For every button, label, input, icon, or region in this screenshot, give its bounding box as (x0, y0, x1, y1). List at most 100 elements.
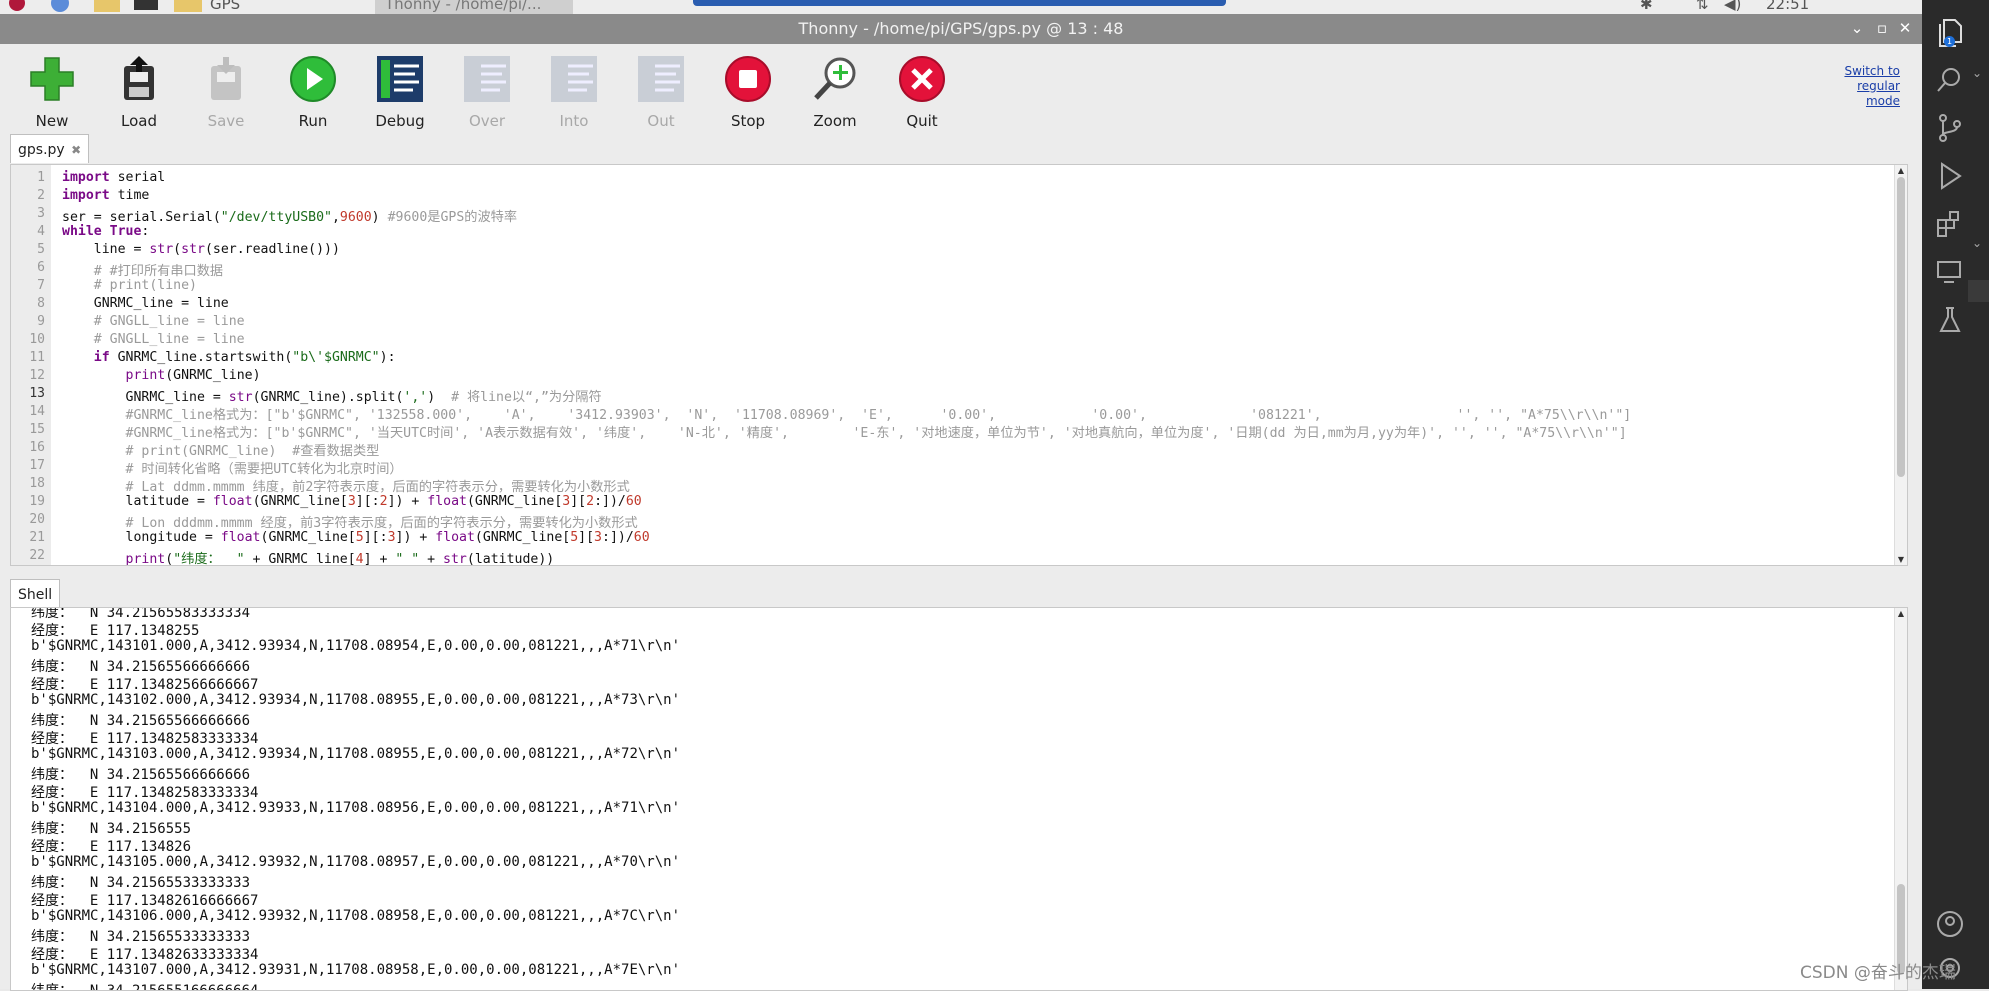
save-label: Save (207, 112, 245, 130)
quit-icon (899, 56, 945, 102)
window-title: Thonny - /home/pi/GPS/gps.py @ 13 : 48 (798, 19, 1124, 38)
close-window-icon[interactable]: ✕ (1896, 19, 1914, 37)
code-line[interactable]: # GNGLL_line = line (62, 332, 245, 347)
code-line[interactable]: while True: (62, 224, 149, 239)
run-button[interactable]: Run (274, 54, 352, 130)
code-line[interactable]: # print(line) (62, 278, 197, 293)
load-button[interactable]: Load (100, 54, 178, 130)
source-control-icon[interactable] (1932, 110, 1968, 146)
stop-label: Stop (730, 112, 766, 130)
step-over-button[interactable]: Over (448, 54, 526, 130)
close-tab-icon[interactable]: ✖ (71, 143, 81, 157)
code-line[interactable]: import serial (62, 170, 165, 185)
code-line[interactable]: import time (62, 188, 149, 203)
scroll-down-icon[interactable]: ▼ (1896, 555, 1906, 564)
code-line[interactable]: line = str(str(ser.readline())) (62, 242, 340, 257)
terminal-icon[interactable] (132, 0, 160, 12)
shell-output-line: 纬度： N 34.21565533333333 (31, 929, 251, 945)
volume-icon[interactable]: ◀) (1724, 0, 1741, 13)
tab-shell[interactable]: Shell (10, 579, 61, 608)
code-line[interactable]: GNRMC_line = line (62, 296, 229, 311)
code-editor[interactable]: 1 2 3 4 5 6 7 8 9 10 11 12 13 14 15 16 17 18 19 20 21 22 impo… (10, 164, 1908, 566)
bluetooth-icon[interactable]: ✱ (1640, 0, 1653, 13)
panel-edge (1968, 280, 1989, 302)
code-line[interactable]: # #打印所有串口数据 (62, 260, 223, 279)
code-line[interactable]: GNRMC_line = str(GNRMC_line).split(',') … (62, 386, 602, 405)
code-line[interactable]: longitude = float(GNRMC_line[5][:3]) + f… (62, 530, 650, 545)
code-line[interactable]: # GNGLL_line = line (62, 314, 245, 329)
step-into-button[interactable]: Into (535, 54, 613, 130)
run-play-icon (290, 56, 336, 102)
stop-button[interactable]: Stop (709, 54, 787, 130)
code-line[interactable]: # print(GNRMC_line) #查看数据类型 (62, 440, 380, 459)
file-manager-icon[interactable] (92, 0, 122, 12)
run-debug-icon[interactable] (1932, 158, 1968, 194)
shell-output-line: 纬度： N 34.2156555 (31, 821, 192, 837)
search-icon[interactable] (1932, 62, 1968, 98)
maximize-icon[interactable]: ▫ (1873, 19, 1891, 37)
tab-gps-py[interactable]: gps.py ✖ (10, 134, 90, 163)
code-line[interactable]: if GNRMC_line.startswith("b\'$GNRMC"): (62, 350, 396, 365)
toolbar: New Load Save Run Debug Over Into Out St… (0, 44, 1922, 140)
code-area[interactable]: import serial import time ser = serial.Ser… (62, 165, 1893, 565)
code-line[interactable]: #GNRMC_line格式为：["b'$GNRMC", '当天UTC时间', '… (62, 422, 1627, 441)
save-button[interactable]: Save (187, 54, 265, 130)
taskbar-task-thonny[interactable]: Thonny - /home/pi/... (375, 0, 573, 14)
window-titlebar[interactable]: Thonny - /home/pi/GPS/gps.py @ 13 : 48 ⌄… (0, 14, 1922, 44)
step-over-icon (464, 56, 510, 102)
scroll-up-icon[interactable]: ▲ (1896, 166, 1906, 175)
zoom-button[interactable]: Zoom (796, 54, 874, 130)
explorer-badge: 1 (1944, 36, 1955, 47)
stop-icon (725, 56, 771, 102)
editor-scrollbar[interactable]: ▲ ▼ (1894, 165, 1907, 565)
line-number: 19 (29, 494, 45, 509)
account-icon[interactable] (1932, 906, 1968, 942)
line-number: 22 (29, 548, 45, 563)
step-over-label: Over (468, 112, 506, 130)
zoom-label: Zoom (813, 112, 857, 130)
shell-output-line: 纬度： N 34.215655166666664 (31, 983, 259, 991)
line-number: 7 (37, 278, 45, 293)
chevron-down-icon[interactable]: ⌄ (1972, 236, 1982, 250)
thonny-window: Thonny - /home/pi/GPS/gps.py @ 13 : 48 ⌄… (0, 14, 1922, 991)
code-line[interactable]: ser = serial.Serial("/dev/ttyUSB0",9600)… (62, 206, 517, 225)
switch-mode-line-1: Switch to (1844, 64, 1900, 78)
line-number: 11 (29, 350, 45, 365)
shell-output-line: b'$GNRMC,143103.000,A,3412.93934,N,11708… (31, 746, 681, 762)
step-out-button[interactable]: Out (622, 54, 700, 130)
code-line[interactable]: # Lon dddmm.mmmm 经度，前3字符表示度，后面的字符表示分，需要转… (62, 512, 638, 531)
code-line[interactable]: print("纬度： " + GNRMC_line[4] + " " + str… (62, 548, 555, 565)
editor-scroll-thumb[interactable] (1897, 177, 1905, 477)
folder-icon[interactable] (172, 0, 204, 12)
chevron-down-icon[interactable]: ⌄ (1972, 66, 1982, 80)
code-line[interactable]: # Lat ddmm.mmmm 纬度，前2字符表示度，后面的字符表示分，需要转化… (62, 476, 630, 495)
code-line[interactable]: # 时间转化省略（需要把UTC转化为北京时间） (62, 458, 403, 477)
quit-button[interactable]: Quit (883, 54, 961, 130)
extensions-icon[interactable] (1932, 206, 1968, 242)
minimize-icon[interactable]: ⌄ (1848, 19, 1866, 37)
load-label: Load (121, 112, 157, 130)
network-icon[interactable]: ⇅ (1696, 0, 1709, 13)
raspberry-menu-icon[interactable] (6, 0, 28, 12)
shell-panel[interactable]: 纬度： N 34.21565583333334 经度： E 117.1348255… (10, 607, 1908, 991)
browser-icon[interactable] (48, 0, 72, 12)
shell-output-line: 纬度： N 34.21565566666666 (31, 767, 251, 783)
taskbar-task-active[interactable] (693, 0, 1226, 6)
shell-output-line: b'$GNRMC,143107.000,A,3412.93931,N,11708… (31, 962, 681, 978)
shell-scrollbar[interactable]: ▲ (1894, 608, 1907, 990)
debug-button[interactable]: Debug (361, 54, 439, 130)
switch-mode-link[interactable]: Switch to regular mode (1820, 64, 1900, 109)
step-out-icon (638, 56, 684, 102)
run-label: Run (298, 112, 328, 130)
code-line[interactable]: print(GNRMC_line) (62, 368, 261, 383)
remote-explorer-icon[interactable] (1932, 254, 1968, 290)
testing-icon[interactable] (1932, 302, 1968, 338)
scroll-up-icon[interactable]: ▲ (1896, 609, 1906, 618)
taskbar-folder-label[interactable]: GPS (210, 0, 240, 13)
line-number: 12 (29, 368, 45, 383)
new-button[interactable]: New (13, 54, 91, 130)
code-line[interactable]: latitude = float(GNRMC_line[3][:2]) + fl… (62, 494, 642, 509)
code-line[interactable]: #GNRMC_line格式为：["b'$GNRMC", '132558.000'… (62, 404, 1632, 423)
line-number: 18 (29, 476, 45, 491)
shell-output-line: 纬度： N 34.21565566666666 (31, 713, 251, 729)
